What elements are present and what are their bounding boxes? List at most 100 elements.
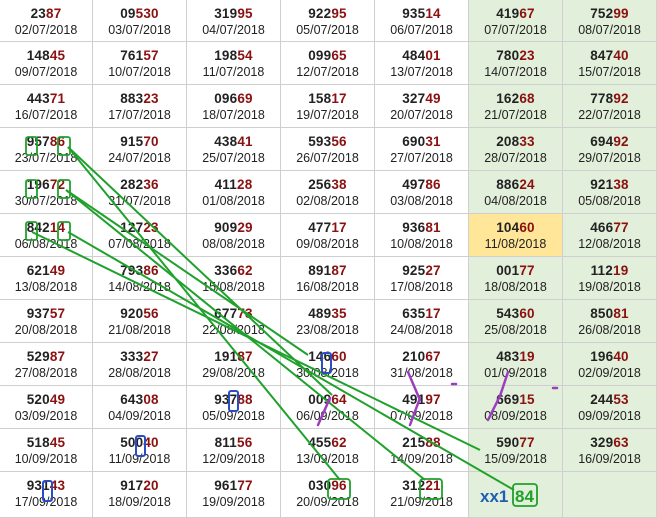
result-suffix: 54	[237, 48, 253, 63]
result-cell: 14660 30/08/2018	[281, 343, 375, 386]
result-date: 12/08/2018	[578, 237, 641, 251]
result-date: 07/07/2018	[484, 23, 547, 37]
result-number: 32749	[375, 91, 468, 106]
result-date: 15/07/2018	[578, 65, 641, 79]
result-prefix: 937	[26, 306, 50, 321]
result-number: 84214	[0, 220, 92, 235]
result-date: 17/09/2018	[14, 495, 78, 509]
result-date: 02/09/2018	[578, 366, 641, 380]
result-number: 12723	[93, 220, 186, 235]
result-date: 06/08/2018	[14, 237, 78, 251]
result-prefix: 312	[402, 478, 426, 493]
result-suffix: 67	[425, 349, 441, 364]
result-prefix: 198	[214, 48, 238, 63]
result-suffix: 57	[49, 306, 66, 321]
result-prefix: 329	[590, 435, 614, 450]
result-cell: 00177 18/08/2018	[469, 257, 563, 300]
result-suffix: 56	[236, 435, 253, 450]
result-cell: 48935 23/08/2018	[281, 300, 375, 343]
result-suffix: 19	[519, 349, 535, 364]
result-prefix: 210	[402, 349, 426, 364]
result-number: 16268	[469, 91, 562, 106]
result-number: 79386	[93, 263, 186, 278]
result-cell: 92295 05/07/2018	[281, 0, 375, 42]
result-cell: 92138 05/08/2018	[563, 171, 657, 214]
result-date: 26/08/2018	[578, 323, 641, 337]
result-prefix: 669	[496, 392, 520, 407]
result-suffix: 17	[425, 306, 441, 321]
result-suffix: 17	[331, 220, 347, 235]
result-suffix: 56	[331, 134, 347, 149]
result-cell: 19854 11/07/2018	[187, 42, 281, 85]
result-date: 13/09/2018	[296, 452, 359, 466]
result-number: 69031	[375, 134, 468, 149]
result-number: 14845	[0, 48, 92, 63]
result-number: 62149	[0, 263, 92, 278]
result-date: 21/09/2018	[390, 495, 453, 509]
result-prefix: 009	[308, 392, 332, 407]
result-cell: 75299 08/07/2018	[563, 0, 657, 42]
result-number: 67773	[187, 306, 280, 321]
result-suffix: 64	[331, 392, 347, 407]
result-cell: 44371 16/07/2018	[0, 85, 93, 128]
result-date: 21/08/2018	[108, 323, 171, 337]
result-prefix: 146	[308, 349, 332, 364]
result-cell: 84740 15/07/2018	[563, 42, 657, 85]
result-prefix: 961	[214, 478, 238, 493]
result-cell: 91720 18/09/2018	[93, 472, 187, 518]
result-prefix: 752	[590, 6, 614, 21]
result-number: 88624	[469, 177, 562, 192]
result-cell: 2387 02/07/2018	[0, 0, 93, 42]
result-cell: 67773 22/08/2018	[187, 300, 281, 343]
result-cell: 51845 10/09/2018	[0, 429, 93, 472]
result-number: 50040	[93, 435, 186, 450]
result-date: 19/07/2018	[296, 108, 359, 122]
result-cell: 69492 29/07/2018	[563, 128, 657, 171]
result-suffix: 24	[519, 177, 535, 192]
result-cell: 93143 17/09/2018	[0, 472, 93, 518]
result-prefix: 520	[26, 392, 50, 407]
result-number: 88323	[93, 91, 186, 106]
result-cell: 21588 14/09/2018	[375, 429, 469, 472]
result-suffix: 23	[519, 48, 535, 63]
result-date: 02/08/2018	[296, 194, 359, 208]
result-date: 28/08/2018	[108, 366, 171, 380]
result-number: 92527	[375, 263, 468, 278]
result-suffix: 27	[143, 349, 159, 364]
result-prefix: 780	[496, 48, 520, 63]
result-prefix: 518	[26, 435, 50, 450]
result-number: 00177	[469, 263, 562, 278]
result-suffix: 86	[49, 134, 66, 149]
result-prefix: 957	[26, 134, 50, 149]
result-cell: 46677 12/08/2018	[563, 214, 657, 257]
result-prefix: 842	[26, 220, 50, 235]
result-cell: 76157 10/07/2018	[93, 42, 187, 85]
result-cell: 47717 09/08/2018	[281, 214, 375, 257]
result-number: 09530	[93, 6, 186, 21]
result-number: 41128	[187, 177, 280, 192]
result-number: 90929	[187, 220, 280, 235]
result-prefix: 196	[590, 349, 614, 364]
result-prefix: 811	[214, 435, 237, 450]
result-suffix: 88	[425, 435, 441, 450]
result-number: 78023	[469, 48, 562, 63]
result-prefix: 327	[402, 91, 426, 106]
result-cell: 59356 26/07/2018	[281, 128, 375, 171]
result-number: 10460	[469, 220, 562, 235]
result-cell: 84214 06/08/2018	[0, 214, 93, 257]
result-number: 19187	[187, 349, 280, 364]
result-suffix: 60	[519, 306, 535, 321]
result-suffix: 17	[331, 91, 347, 106]
result-number: 59077	[469, 435, 562, 450]
result-date: 22/08/2018	[202, 323, 265, 337]
result-date: 11/09/2018	[108, 452, 171, 466]
result-suffix: 87	[331, 263, 347, 278]
result-number: 76157	[93, 48, 186, 63]
result-suffix: 92	[613, 134, 629, 149]
result-cell: 88624 04/08/2018	[469, 171, 563, 214]
result-date: 01/09/2018	[484, 366, 547, 380]
result-prefix: 23	[30, 6, 46, 21]
result-number: 47717	[281, 220, 374, 235]
result-suffix: 40	[613, 48, 629, 63]
result-date: 27/08/2018	[14, 366, 78, 380]
